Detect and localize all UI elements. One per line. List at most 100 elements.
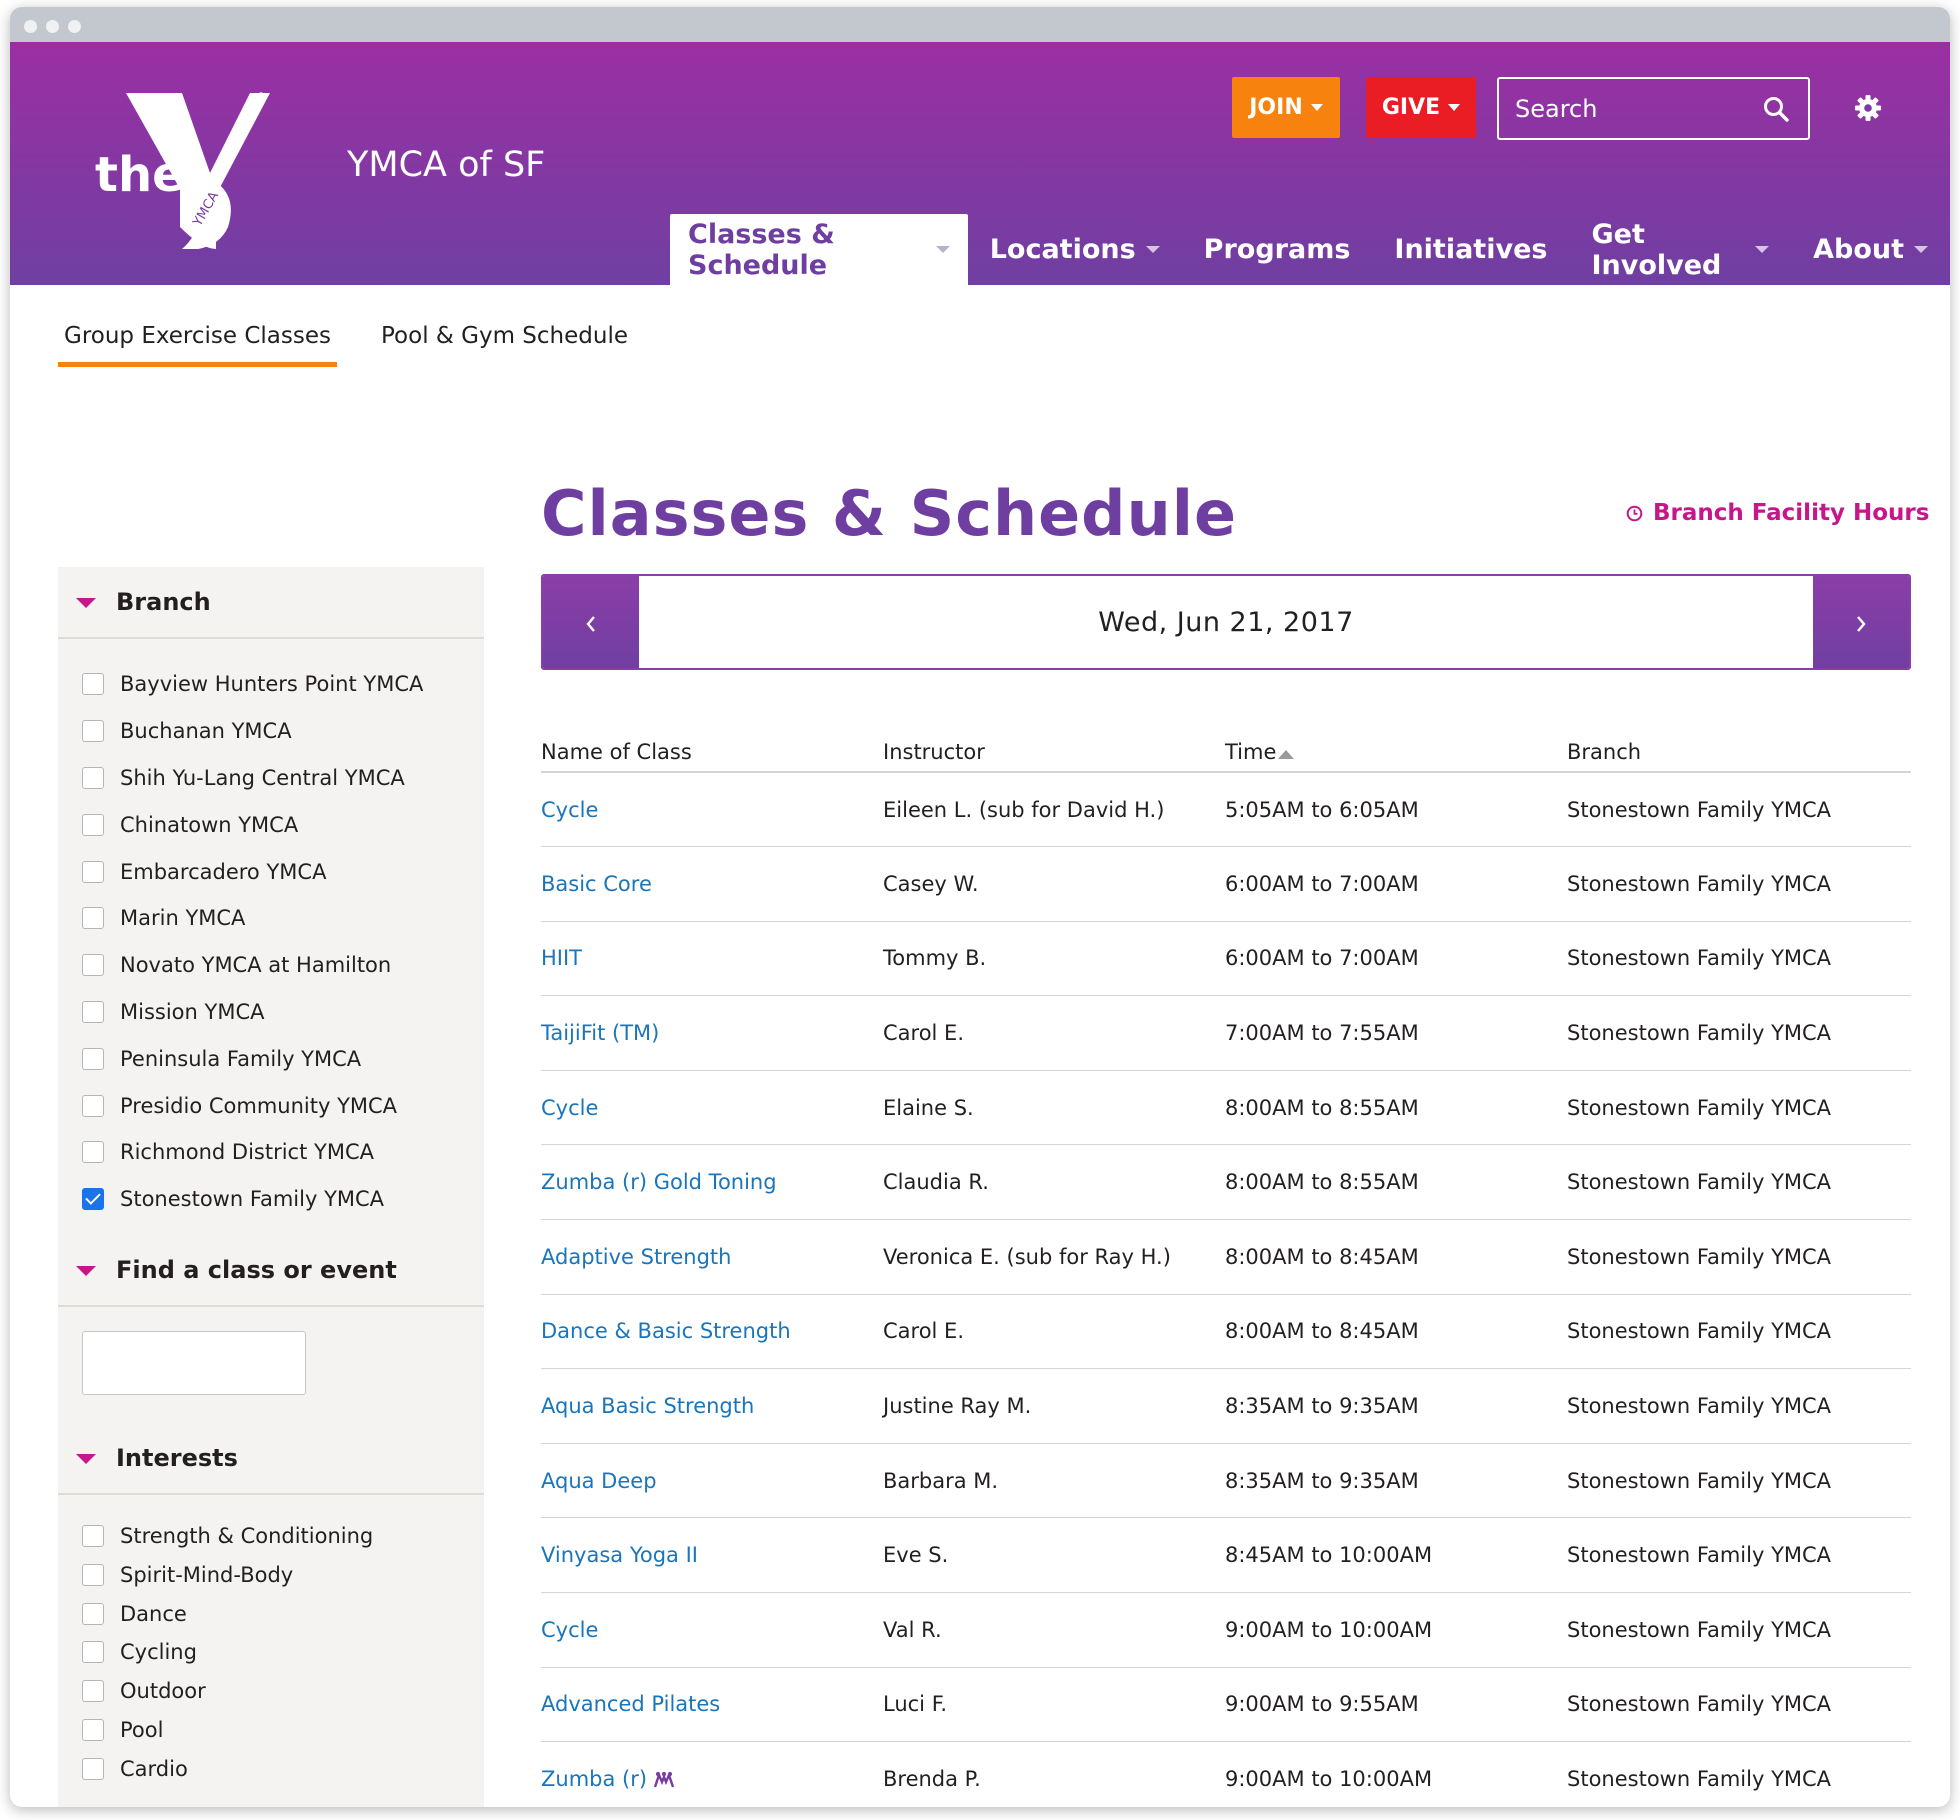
- nav-get-involved[interactable]: Get Involved: [1569, 214, 1791, 285]
- checkbox[interactable]: [82, 720, 104, 743]
- nav-initiatives[interactable]: Initiatives: [1372, 214, 1569, 285]
- checkbox[interactable]: [82, 1141, 104, 1164]
- branch-facility-hours-link[interactable]: Branch Facility Hours: [1626, 500, 1929, 526]
- class-name-link[interactable]: Cycle: [541, 772, 883, 848]
- class-name-link[interactable]: Zumba (r): [541, 1741, 883, 1807]
- checkbox-item-stonestown-family-ymca[interactable]: Stonestown Family YMCA: [82, 1176, 484, 1223]
- find-filter-header[interactable]: Find a class or event: [58, 1235, 484, 1307]
- checkbox-label: Dance: [120, 1601, 187, 1626]
- checkbox-item-outdoor[interactable]: Outdoor: [82, 1672, 484, 1711]
- checkbox-item-buchanan-ymca[interactable]: Buchanan YMCA: [82, 708, 484, 755]
- checkbox[interactable]: [82, 1047, 104, 1070]
- class-name-link[interactable]: Cycle: [541, 1592, 883, 1668]
- table-row: Advanced Pilates Luci F. 9:00AM to 9:55AM S…: [541, 1667, 1911, 1743]
- nav-label: Programs: [1203, 234, 1351, 265]
- instructor-cell: Barbara M.: [883, 1443, 1225, 1519]
- site-header: YMCA the YMCA of SF JOIN GIVE Search Cla…: [10, 42, 1950, 285]
- instructor-cell-text: Elaine S.: [883, 1095, 974, 1120]
- checkbox[interactable]: [82, 1718, 104, 1741]
- checkbox[interactable]: [82, 766, 104, 789]
- tab-pool-gym-schedule[interactable]: Pool & Gym Schedule: [381, 323, 628, 349]
- checkbox-item-pool[interactable]: Pool: [82, 1711, 484, 1750]
- window-minimize-dot[interactable]: [46, 20, 59, 33]
- checkbox[interactable]: [82, 907, 104, 930]
- checkbox[interactable]: [82, 673, 104, 696]
- checkbox-item-presidio-community-ymca[interactable]: Presidio Community YMCA: [82, 1082, 484, 1129]
- find-class-input[interactable]: [82, 1330, 306, 1395]
- nav-locations[interactable]: Locations: [968, 214, 1182, 285]
- checkbox-item-cycling[interactable]: Cycling: [82, 1633, 484, 1672]
- class-name-link[interactable]: Vinyasa Yoga II: [541, 1517, 883, 1594]
- ymca-logo[interactable]: YMCA the: [90, 77, 350, 257]
- chevron-down-icon: [935, 246, 950, 253]
- checkbox[interactable]: [82, 954, 104, 977]
- column-header-instructor[interactable]: Instructor: [883, 732, 1225, 773]
- checkbox[interactable]: [82, 1641, 104, 1664]
- checkbox[interactable]: [82, 1680, 104, 1703]
- previous-day-button[interactable]: [543, 576, 639, 668]
- class-name-link[interactable]: Zumba (r) Gold Toning: [541, 1144, 883, 1221]
- checkbox-item-peninsula-family-ymca[interactable]: Peninsula Family YMCA: [82, 1035, 484, 1082]
- checkbox-item-marin-ymca[interactable]: Marin YMCA: [82, 895, 484, 942]
- branch-list: Bayview Hunters Point YMCA Buchanan YMCA S…: [58, 639, 484, 1223]
- checkbox[interactable]: [82, 1524, 104, 1547]
- class-name-link[interactable]: Adaptive Strength: [541, 1219, 883, 1295]
- checkbox[interactable]: [82, 1563, 104, 1586]
- checkbox-item-dance[interactable]: Dance: [82, 1594, 484, 1633]
- class-name-link[interactable]: Basic Core: [541, 846, 883, 922]
- checkbox-item-strength-conditioning[interactable]: Strength & Conditioning: [82, 1517, 484, 1556]
- class-name-link[interactable]: HIIT: [541, 921, 883, 997]
- checkbox-item-mission-ymca[interactable]: Mission YMCA: [82, 989, 484, 1036]
- window-maximize-dot[interactable]: [68, 20, 81, 33]
- checkbox-label: Peninsula Family YMCA: [120, 1046, 362, 1071]
- checkbox-item-chinatown-ymca[interactable]: Chinatown YMCA: [82, 801, 484, 848]
- class-name-link[interactable]: TaijiFit (TM): [541, 995, 883, 1071]
- branch-cell: Stonestown Family YMCA: [1567, 1741, 1911, 1807]
- table-row: Zumba (r) Brenda P. 9:00AM to 10:00AM Stone…: [541, 1741, 1911, 1807]
- search-input[interactable]: [1499, 79, 1749, 138]
- column-header-branch[interactable]: Branch: [1567, 732, 1911, 773]
- instructor-cell: Luci F.: [883, 1667, 1225, 1743]
- checkbox[interactable]: [82, 1094, 104, 1117]
- class-name-link[interactable]: Advanced Pilates: [541, 1667, 883, 1743]
- nav-about[interactable]: About: [1791, 214, 1950, 285]
- schedule-table: Name of Class Instructor Time Branch Cyc…: [541, 732, 1911, 1807]
- checkbox[interactable]: [82, 860, 104, 883]
- search-icon[interactable]: [1762, 95, 1790, 123]
- tab-group-exercise-classes[interactable]: Group Exercise Classes: [58, 323, 337, 367]
- nav-programs[interactable]: Programs: [1182, 214, 1373, 285]
- class-name-link[interactable]: Dance & Basic Strength: [541, 1294, 883, 1370]
- checkbox[interactable]: [82, 1757, 104, 1780]
- instructor-cell: Casey W.: [883, 846, 1225, 922]
- next-day-button[interactable]: [1813, 576, 1909, 668]
- give-button[interactable]: GIVE: [1366, 77, 1476, 138]
- class-name-link[interactable]: Aqua Deep: [541, 1443, 883, 1519]
- site-name[interactable]: YMCA of SF: [347, 145, 545, 185]
- checkbox-item-cardio[interactable]: Cardio: [82, 1749, 484, 1788]
- class-name-link[interactable]: Cycle: [541, 1070, 883, 1146]
- checkbox-item-richmond-district-ymca[interactable]: Richmond District YMCA: [82, 1129, 484, 1176]
- checkbox-item-shih-yu-lang-central-ymca[interactable]: Shih Yu-Lang Central YMCA: [82, 755, 484, 802]
- class-name-link-text: Zumba (r) Gold Toning: [541, 1170, 777, 1195]
- sub-nav: Group Exercise Classes Pool & Gym Schedu…: [10, 285, 1950, 385]
- join-button[interactable]: JOIN: [1232, 77, 1340, 138]
- checkbox[interactable]: [82, 813, 104, 836]
- class-name-link[interactable]: Aqua Basic Strength: [541, 1368, 883, 1444]
- checkbox[interactable]: [82, 1188, 104, 1211]
- column-header-time[interactable]: Time: [1225, 732, 1567, 773]
- interests-filter-header[interactable]: Interests: [58, 1423, 484, 1495]
- branch-filter-header[interactable]: Branch: [58, 567, 484, 639]
- checkbox[interactable]: [82, 1602, 104, 1625]
- column-header-name[interactable]: Name of Class: [541, 732, 883, 773]
- checkbox-item-bayview-hunters-point-ymca[interactable]: Bayview Hunters Point YMCA: [82, 661, 484, 708]
- nav-classes-schedule[interactable]: Classes & Schedule: [670, 214, 968, 285]
- checkbox-item-embarcadero-ymca[interactable]: Embarcadero YMCA: [82, 848, 484, 895]
- checkbox-item-novato-ymca-at-hamilton[interactable]: Novato YMCA at Hamilton: [82, 942, 484, 989]
- table-row: Dance & Basic Strength Carol E. 8:00AM to …: [541, 1294, 1911, 1370]
- window-close-dot[interactable]: [24, 20, 37, 33]
- checkbox-item-spirit-mind-body[interactable]: Spirit-Mind-Body: [82, 1555, 484, 1594]
- gear-icon[interactable]: [1852, 92, 1884, 124]
- facility-label: Branch Facility Hours: [1653, 500, 1930, 526]
- sort-ascending-icon: [1278, 749, 1295, 759]
- checkbox[interactable]: [82, 1000, 104, 1023]
